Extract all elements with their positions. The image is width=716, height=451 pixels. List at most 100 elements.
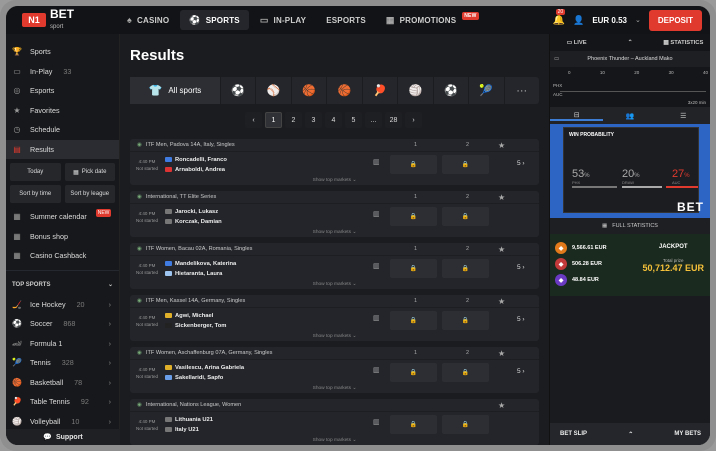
star-icon[interactable]: ★	[498, 193, 505, 202]
more-markets-button[interactable]: 5 ›	[517, 264, 525, 271]
sport-filter-icon[interactable]: ⚾	[255, 77, 290, 104]
sidebar-item-in-play[interactable]: ▭ In-Play 33	[6, 62, 119, 82]
sidebar-sport-soccer[interactable]: ⚽ Soccer 868 ›	[6, 314, 119, 334]
court-view-icon[interactable]: ⊟	[550, 111, 604, 121]
event-card[interactable]: ◉ ITF Women, Bacau 02A, Romania, Singles 1…	[130, 243, 539, 289]
nav-tab-promotions[interactable]: ▦ PROMOTIONS NEW	[377, 10, 488, 30]
chart-icon[interactable]: ▥	[373, 158, 380, 166]
chart-icon[interactable]: ▥	[373, 418, 380, 426]
more-markets-button[interactable]: 5 ›	[517, 368, 525, 375]
more-markets-button[interactable]: 5 ›	[517, 160, 525, 167]
page-button[interactable]: ›	[405, 112, 422, 128]
odds-button-2[interactable]: 🔒	[442, 363, 489, 382]
bet-slip-button[interactable]: BET SLIP	[560, 431, 587, 437]
balance[interactable]: EUR 0.53	[592, 16, 627, 25]
star-icon[interactable]: ★	[498, 401, 505, 410]
page-button[interactable]: 28	[385, 112, 402, 128]
sidebar-item-results[interactable]: ▤ Results	[6, 139, 119, 159]
show-top-markets[interactable]: Show top markets ⌄	[130, 178, 539, 185]
page-button[interactable]: ...	[365, 112, 382, 128]
sidebar-promo-1[interactable]: ▦ Bonus shop	[6, 227, 119, 247]
chevron-up-icon[interactable]: ⌃	[628, 431, 633, 438]
page-button[interactable]: 4	[325, 112, 342, 128]
chart-icon[interactable]: ▥	[373, 262, 380, 270]
sport-filter-icon[interactable]: ⚽	[432, 77, 468, 104]
page-button[interactable]: 5	[345, 112, 362, 128]
event-card[interactable]: ◉ ITF Men, Padova 14A, Italy, Singles 1 2 ★ 4…	[130, 139, 539, 185]
support-button[interactable]: 💬 Support	[6, 429, 120, 445]
sidebar-sport-tennis[interactable]: 🎾 Tennis 328 ›	[6, 353, 119, 373]
sidebar-item-sports[interactable]: 🏆 Sports	[6, 42, 119, 62]
page-button[interactable]: 2	[285, 112, 302, 128]
chart-icon[interactable]: ▥	[373, 210, 380, 218]
deposit-button[interactable]: DEPOSIT	[648, 9, 702, 31]
chevron-down-icon[interactable]: ⌄	[635, 16, 641, 24]
nav-tab-esports[interactable]: ESPORTS	[317, 10, 375, 30]
odds-button-1[interactable]: 🔒	[390, 155, 437, 174]
sport-filter-icon[interactable]: 🏐	[397, 77, 432, 104]
odds-button-1[interactable]: 🔒	[390, 363, 437, 382]
sidebar-sport-ice-hockey[interactable]: 🏒 Ice Hockey 20 ›	[6, 295, 119, 315]
bell-icon[interactable]: 🔔 20	[553, 8, 566, 26]
star-icon[interactable]: ★	[498, 245, 505, 254]
top-sports-header[interactable]: TOP SPORTS ⌄	[6, 275, 119, 295]
show-top-markets[interactable]: Show top markets ⌄	[130, 438, 539, 445]
today-button[interactable]: Today	[10, 163, 61, 181]
page-button[interactable]: 3	[305, 112, 322, 128]
sidebar-promo-0[interactable]: ▦ Summer calendar NEW	[6, 207, 119, 227]
star-icon[interactable]: ★	[498, 141, 505, 150]
odds-button-2[interactable]: 🔒	[442, 415, 489, 434]
logo[interactable]: N1 BET sport	[6, 6, 118, 34]
odds-button-1[interactable]: 🔒	[390, 207, 437, 226]
chart-icon[interactable]: ▥	[373, 314, 380, 322]
sport-filter-icon[interactable]: ⚽	[220, 77, 255, 104]
sidebar-item-favorites[interactable]: ★ Favorites	[6, 101, 119, 121]
sport-filter-icon[interactable]: 🏀	[326, 77, 361, 104]
tab-live[interactable]: ▭ LIVE	[550, 40, 603, 46]
sort-by-time-button[interactable]: Sort by time	[10, 185, 61, 203]
event-card[interactable]: ◉ ITF Men, Kassel 14A, Germany, Singles 1 2…	[130, 295, 539, 341]
sidebar-sport-table-tennis[interactable]: 🏓 Table Tennis 92 ›	[6, 392, 119, 412]
sidebar-sport-formula-1[interactable]: 🏎 Formula 1 ›	[6, 334, 119, 354]
tab-statistics[interactable]: ▦ STATISTICS	[657, 40, 710, 46]
user-icon[interactable]: 👤	[573, 15, 584, 26]
odds-button-1[interactable]: 🔒	[390, 259, 437, 278]
odds-button-1[interactable]: 🔒	[390, 415, 437, 434]
nav-tab-sports[interactable]: ⚽ SPORTS	[180, 10, 249, 30]
odds-button-2[interactable]: 🔒	[442, 207, 489, 226]
star-icon[interactable]: ★	[498, 297, 505, 306]
chart-icon[interactable]: ▥	[373, 366, 380, 374]
show-top-markets[interactable]: Show top markets ⌄	[130, 334, 539, 341]
sidebar-item-esports[interactable]: ◎ Esports	[6, 81, 119, 101]
sport-filter-icon[interactable]: 🏓	[361, 77, 397, 104]
page-button[interactable]: 1	[265, 112, 282, 128]
pick-date-button[interactable]: ▦ Pick date	[64, 163, 115, 181]
event-card[interactable]: ◉ ITF Women, Aschaffenburg 07A, Germany, …	[130, 347, 539, 393]
sidebar-promo-2[interactable]: ▦ Casino Cashback	[6, 246, 119, 266]
match-header[interactable]: ▭ Phoenix Thunder – Auckland Mako	[550, 51, 710, 67]
star-icon[interactable]: ★	[498, 349, 505, 358]
list-view-icon[interactable]: ☰	[657, 112, 710, 120]
sport-filter-icon[interactable]: 🎾	[468, 77, 503, 104]
odds-button-2[interactable]: 🔒	[442, 259, 489, 278]
odds-button-2[interactable]: 🔒	[442, 311, 489, 330]
show-top-markets[interactable]: Show top markets ⌄	[130, 386, 539, 393]
sport-filter-icon[interactable]: 🏀	[290, 77, 326, 104]
sidebar-sport-basketball[interactable]: 🏀 Basketball 78 ›	[6, 373, 119, 393]
my-bets-button[interactable]: MY BETS	[674, 431, 701, 437]
show-top-markets[interactable]: Show top markets ⌄	[130, 282, 539, 289]
jackpot-widget[interactable]: ◆ 9,566.61 EUR ◆ 506.28 EUR ◆ 48.84 EUR JACKP…	[550, 234, 710, 296]
sidebar-item-schedule[interactable]: ◷ Schedule	[6, 120, 119, 140]
page-button[interactable]: ‹	[245, 112, 262, 128]
players-icon[interactable]: 👥	[603, 112, 656, 120]
more-markets-button[interactable]: 5 ›	[517, 316, 525, 323]
sport-filter-icon[interactable]: ···	[503, 77, 539, 104]
odds-button-2[interactable]: 🔒	[442, 155, 489, 174]
show-top-markets[interactable]: Show top markets ⌄	[130, 230, 539, 237]
odds-button-1[interactable]: 🔒	[390, 311, 437, 330]
full-statistics-button[interactable]: ▦ FULL STATISTICS	[550, 218, 710, 234]
chevron-up-icon[interactable]: ⌃	[603, 40, 656, 46]
nav-tab-casino[interactable]: ♠ CASINO	[118, 10, 178, 30]
all-sports-tab[interactable]: 👕 All sports	[130, 77, 220, 104]
sort-by-league-button[interactable]: Sort by league	[64, 185, 115, 203]
